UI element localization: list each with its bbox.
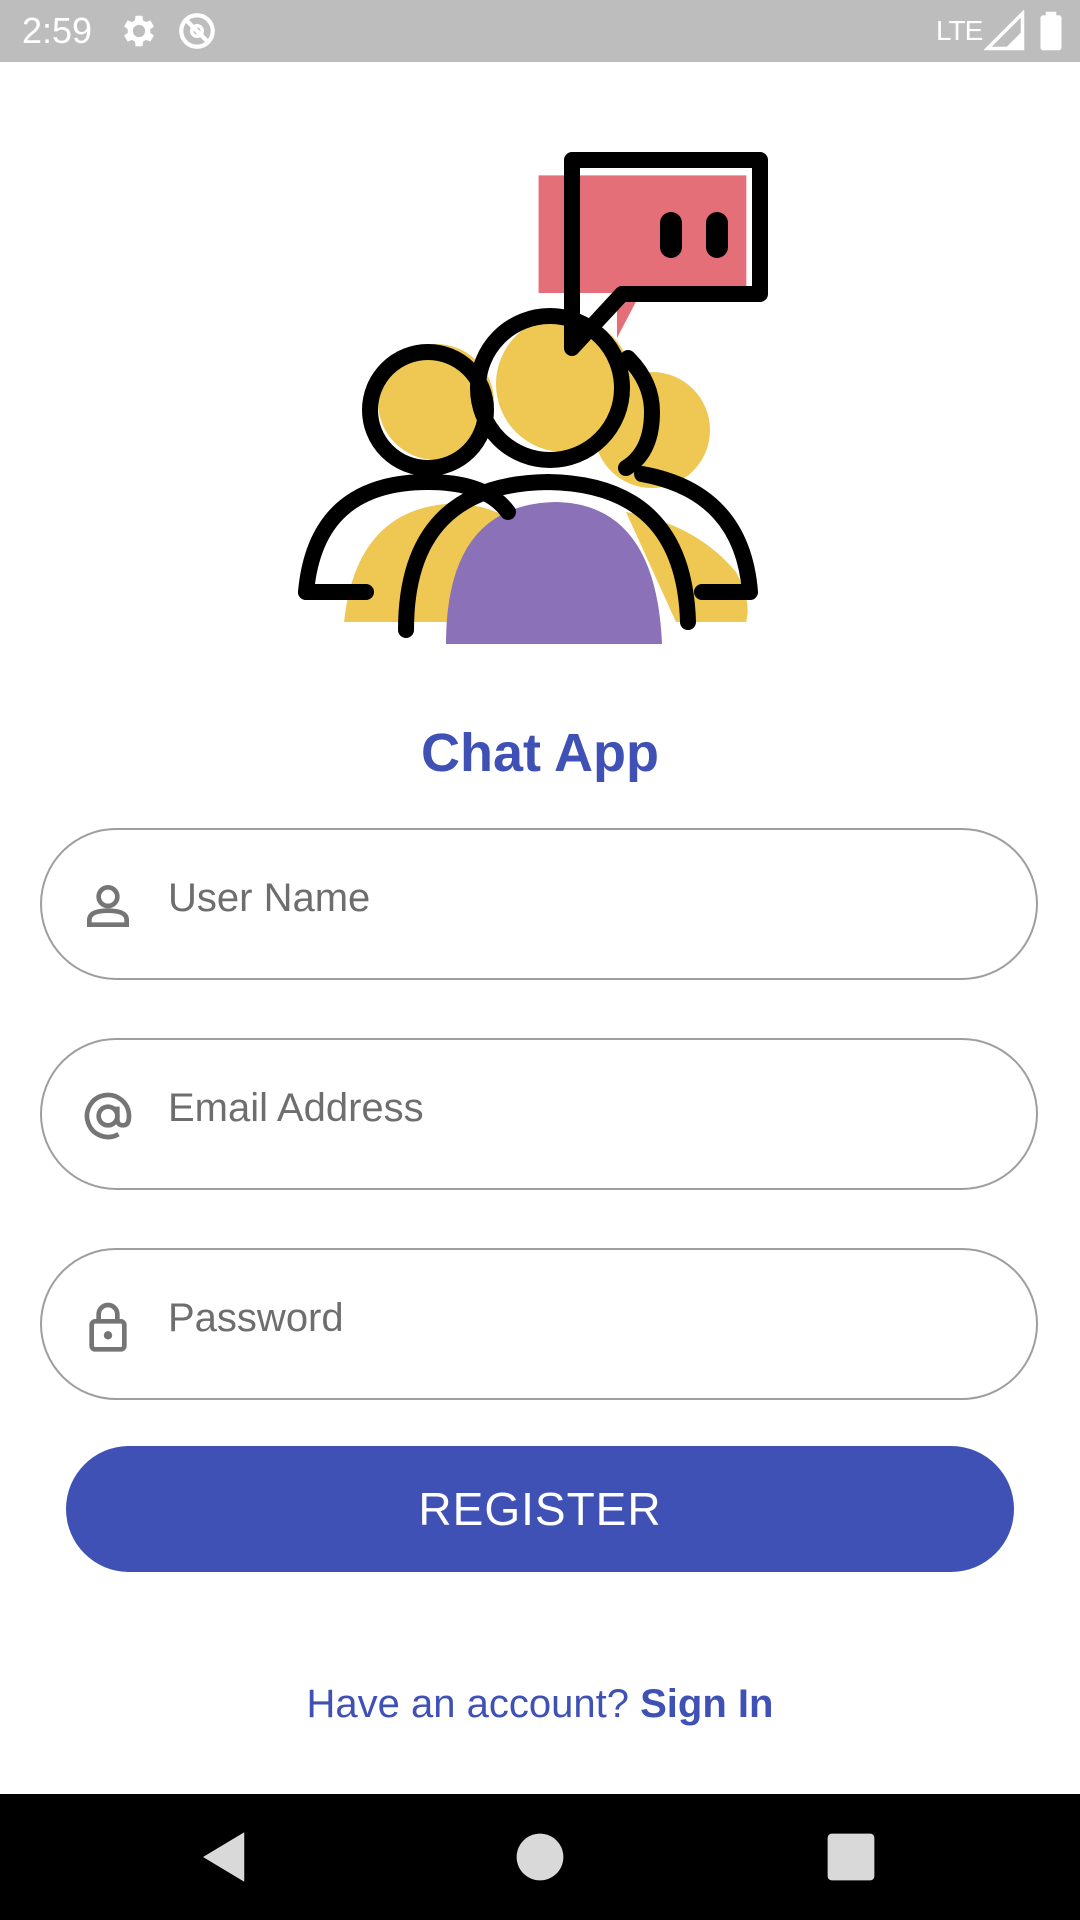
back-icon[interactable] [192,1824,258,1890]
password-field[interactable] [40,1248,1038,1400]
signal-icon [984,10,1025,51]
navigation-bar [0,1794,1080,1920]
status-time: 2:59 [22,10,93,51]
do-not-disturb-icon [179,13,215,49]
register-screen: 2:59 LTE Chat App User Name Email Addres… [0,0,1080,1920]
at-sign-icon [84,1092,132,1140]
signin-link[interactable]: Sign In [640,1682,773,1726]
lock-icon [89,1302,127,1352]
username-field[interactable] [40,828,1038,980]
battery-icon [1040,11,1062,51]
register-button[interactable]: REGISTER [66,1446,1014,1572]
recents-icon[interactable] [818,1824,884,1890]
email-input[interactable] [168,1068,988,1148]
status-bar: 2:59 LTE [0,0,1080,62]
group-chat-logo-icon [298,152,768,644]
gear-icon [124,15,154,47]
person-icon [87,885,129,927]
username-input[interactable] [168,858,988,938]
signin-prompt: Have an account? [306,1682,641,1726]
email-field[interactable] [40,1038,1038,1190]
network-type: LTE [936,15,983,46]
home-icon[interactable] [507,1824,573,1890]
app-title: Chat App [421,723,659,783]
signin-row: Have an account? Sign In [0,1676,1080,1732]
password-input[interactable] [168,1278,988,1358]
